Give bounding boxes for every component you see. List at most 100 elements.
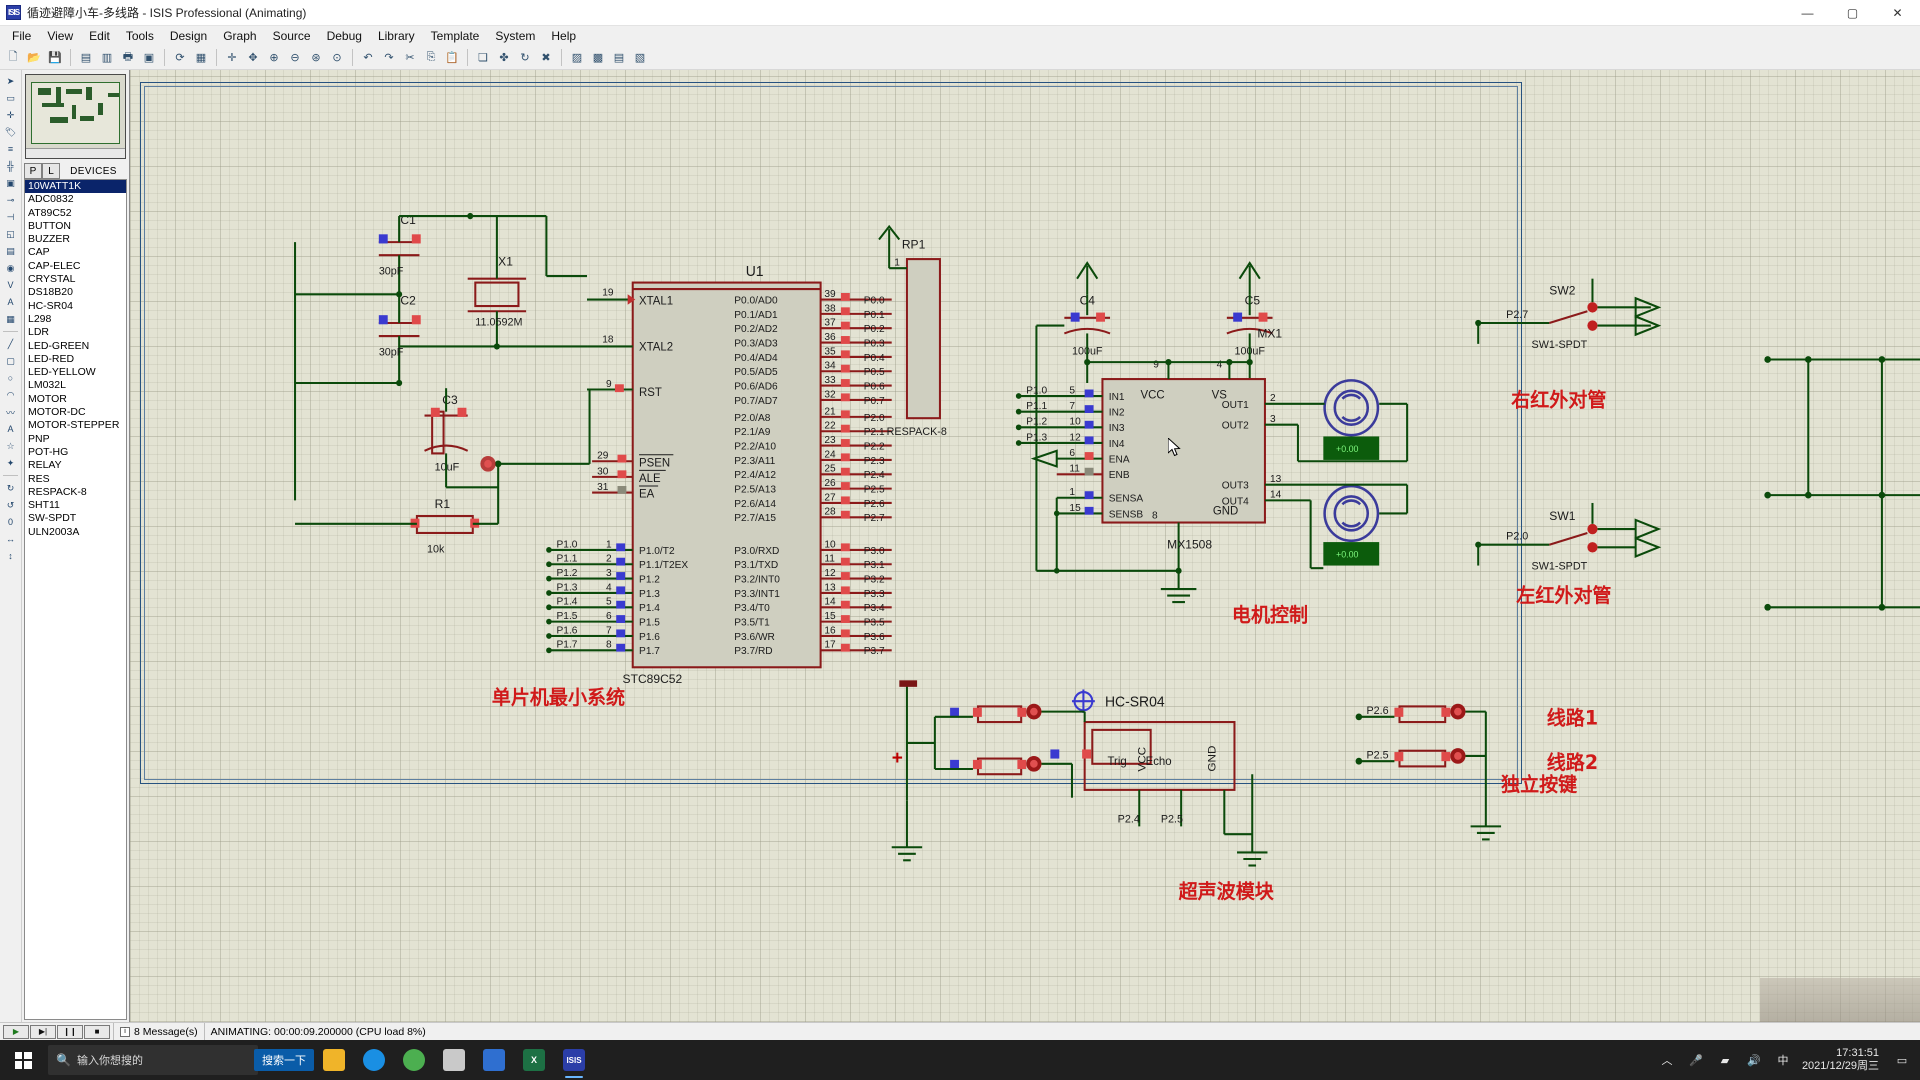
minimize-button[interactable]: — — [1785, 0, 1830, 26]
pan-icon[interactable]: ✥ — [243, 48, 263, 67]
arc-mode-icon[interactable]: ◠ — [2, 387, 20, 403]
rotation-value-icon[interactable]: 0 — [2, 514, 20, 530]
device-item-lm032l[interactable]: LM032L — [25, 379, 126, 392]
taskbar-item-office[interactable] — [474, 1040, 514, 1080]
menu-item-help[interactable]: Help — [543, 27, 584, 45]
devices-tab-p[interactable]: P — [24, 163, 42, 179]
menu-item-library[interactable]: Library — [370, 27, 423, 45]
text-script-mode-icon[interactable]: ≡ — [2, 141, 20, 157]
virtual-instrument-mode-icon[interactable]: ▦ — [2, 311, 20, 327]
print-area-icon[interactable]: ▣ — [139, 48, 159, 67]
subcircuit-mode-icon[interactable]: ▣ — [2, 175, 20, 191]
menu-item-view[interactable]: View — [39, 27, 81, 45]
device-item-l298[interactable]: L298 — [25, 313, 126, 326]
undo-icon[interactable]: ↶ — [358, 48, 378, 67]
generator-mode-icon[interactable]: ◉ — [2, 260, 20, 276]
rotate-anticlockwise-icon[interactable]: ↺ — [2, 497, 20, 513]
device-item-led-yellow[interactable]: LED-YELLOW — [25, 366, 126, 379]
make-device-icon[interactable]: ▩ — [588, 48, 608, 67]
device-item-crystal[interactable]: CRYSTAL — [25, 273, 126, 286]
device-item-led-red[interactable]: LED-RED — [25, 353, 126, 366]
device-item-10watt1k[interactable]: 10WATT1K — [25, 180, 126, 194]
device-item-ds18b20[interactable]: DS18B20 — [25, 286, 126, 299]
wire-label-mode-icon[interactable]: 🏷 — [2, 124, 20, 140]
schematic-drawing[interactable]: .w { stroke:#0b4a0b; stroke-width:1.6; f… — [130, 70, 1920, 1022]
taskbar-search-box[interactable]: 🔍 输入你想搜的 — [48, 1045, 258, 1075]
menu-item-graph[interactable]: Graph — [215, 27, 264, 45]
decompose-icon[interactable]: ▧ — [630, 48, 650, 67]
device-item-pnp[interactable]: PNP — [25, 433, 126, 446]
mirror-vertical-icon[interactable]: ↕ — [2, 548, 20, 564]
line-mode-icon[interactable]: ╱ — [2, 336, 20, 352]
marker-mode-icon[interactable]: ✦ — [2, 455, 20, 471]
volume-icon[interactable]: 🔊 — [1744, 1047, 1764, 1073]
taskbar-item-store[interactable] — [434, 1040, 474, 1080]
taskbar-item-chrome-browser[interactable] — [394, 1040, 434, 1080]
box-mode-icon[interactable]: ▢ — [2, 353, 20, 369]
text-mode-icon[interactable]: A — [2, 421, 20, 437]
zoom-out-icon[interactable]: ⊖ — [285, 48, 305, 67]
search-submit-pill[interactable]: 搜索一下 — [254, 1049, 314, 1071]
menu-item-system[interactable]: System — [487, 27, 543, 45]
new-file-icon[interactable]: 🗋 — [3, 48, 23, 67]
mirror-horizontal-icon[interactable]: ↔ — [2, 531, 20, 547]
menu-item-template[interactable]: Template — [423, 27, 488, 45]
close-button[interactable]: ✕ — [1875, 0, 1920, 26]
export-icon[interactable]: ▥ — [97, 48, 117, 67]
zoom-in-icon[interactable]: ⊕ — [264, 48, 284, 67]
refresh-icon[interactable]: ⟳ — [170, 48, 190, 67]
device-item-ldr[interactable]: LDR — [25, 326, 126, 339]
step-button[interactable]: ▶| — [30, 1024, 56, 1039]
maximize-button[interactable]: ▢ — [1830, 0, 1875, 26]
tray-chevron-icon[interactable]: ︿ — [1657, 1047, 1677, 1073]
device-pin-mode-icon[interactable]: ⊣ — [2, 209, 20, 225]
stop-button[interactable]: ■ — [84, 1024, 110, 1039]
menu-item-file[interactable]: File — [4, 27, 39, 45]
menu-item-source[interactable]: Source — [265, 27, 319, 45]
rotate-clockwise-icon[interactable]: ↻ — [2, 480, 20, 496]
device-item-led-green[interactable]: LED-GREEN — [25, 340, 126, 353]
menu-item-edit[interactable]: Edit — [81, 27, 118, 45]
voltage-probe-mode-icon[interactable]: V — [2, 277, 20, 293]
paste-icon[interactable]: 📋 — [442, 48, 462, 67]
device-item-cap-elec[interactable]: CAP-ELEC — [25, 260, 126, 273]
symbol-mode-icon[interactable]: ☆ — [2, 438, 20, 454]
device-item-motor-dc[interactable]: MOTOR-DC — [25, 406, 126, 419]
print-icon[interactable]: 🖶 — [118, 48, 138, 67]
cut-icon[interactable]: ✂ — [400, 48, 420, 67]
block-rotate-icon[interactable]: ↻ — [515, 48, 535, 67]
device-item-adc0832[interactable]: ADC0832 — [25, 193, 126, 206]
package-icon[interactable]: ▤ — [609, 48, 629, 67]
start-button[interactable] — [0, 1040, 46, 1080]
device-item-hc-sr04[interactable]: HC-SR04 — [25, 300, 126, 313]
save-file-icon[interactable]: 💾 — [45, 48, 65, 67]
menu-item-design[interactable]: Design — [162, 27, 215, 45]
device-item-uln2003a[interactable]: ULN2003A — [25, 526, 126, 539]
message-count-cell[interactable]: i 8 Message(s) — [113, 1022, 204, 1041]
tape-recorder-mode-icon[interactable]: ▤ — [2, 243, 20, 259]
bus-mode-icon[interactable]: ╬ — [2, 158, 20, 174]
device-item-at89c52[interactable]: AT89C52 — [25, 207, 126, 220]
copy-icon[interactable]: ⎘ — [421, 48, 441, 67]
junction-dot-mode-icon[interactable]: ✛ — [2, 107, 20, 123]
devices-tab-l[interactable]: L — [42, 163, 60, 179]
device-item-relay[interactable]: RELAY — [25, 459, 126, 472]
notification-center-icon[interactable]: ▭ — [1892, 1047, 1912, 1073]
preview-scrollbar[interactable] — [26, 148, 125, 158]
current-probe-mode-icon[interactable]: A — [2, 294, 20, 310]
device-item-motor-stepper[interactable]: MOTOR-STEPPER — [25, 419, 126, 432]
toggle-grid-icon[interactable]: ▦ — [191, 48, 211, 67]
graph-mode-icon[interactable]: ◱ — [2, 226, 20, 242]
device-item-res[interactable]: RES — [25, 473, 126, 486]
path-mode-icon[interactable]: 〰 — [2, 404, 20, 420]
devices-list[interactable]: 10WATT1K ADC0832 AT89C52 BUTTON BUZZER CAP CAP… — [24, 179, 127, 1020]
terminals-mode-icon[interactable]: ⊸ — [2, 192, 20, 208]
taskbar-item-edge-browser[interactable] — [354, 1040, 394, 1080]
import-icon[interactable]: ▤ — [76, 48, 96, 67]
device-item-respack-8[interactable]: RESPACK-8 — [25, 486, 126, 499]
device-item-buzzer[interactable]: BUZZER — [25, 233, 126, 246]
block-copy-icon[interactable]: ❏ — [473, 48, 493, 67]
pause-button[interactable]: ❙❙ — [57, 1024, 83, 1039]
schematic-canvas-area[interactable]: .w { stroke:#0b4a0b; stroke-width:1.6; f… — [130, 70, 1920, 1022]
microphone-icon[interactable]: 🎤 — [1686, 1047, 1706, 1073]
